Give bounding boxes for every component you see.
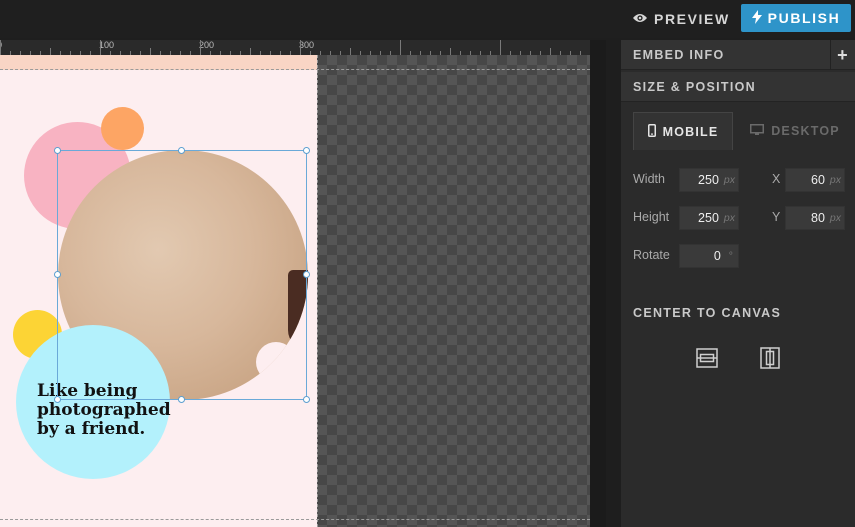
artboard-top-strip: [0, 55, 317, 70]
transparent-area: [317, 55, 590, 527]
properties-panel: EMBED INFO + SIZE & POSITION MOBILE DESK…: [621, 40, 855, 527]
preview-label: PREVIEW: [654, 11, 730, 27]
x-label: X: [772, 172, 781, 186]
preview-button[interactable]: PREVIEW: [632, 7, 730, 31]
embed-info-title: EMBED INFO: [633, 47, 725, 62]
px-unit: px: [829, 212, 841, 224]
height-value: 250: [698, 211, 719, 225]
resize-handle[interactable]: [178, 396, 185, 403]
ruler-tick: [400, 40, 401, 55]
resize-handle[interactable]: [54, 396, 61, 403]
guide-line: [0, 519, 590, 520]
size-position-fields: Width 250 px X 60 px Height 250 px Y 80 px R…: [621, 150, 855, 527]
guide-line: [317, 55, 318, 527]
x-value: 60: [811, 173, 825, 187]
rotate-field[interactable]: 0 °: [679, 244, 739, 268]
horizontal-ruler: 0 100 200 300: [0, 40, 606, 55]
ruler-tick: [100, 40, 101, 55]
ruler-label: 200: [199, 40, 215, 50]
publish-label: PUBLISH: [767, 10, 841, 26]
resize-handle[interactable]: [54, 271, 61, 278]
tab-desktop-label: DESKTOP: [771, 124, 840, 138]
ruler-tick: [0, 40, 1, 55]
px-unit: px: [723, 174, 735, 186]
phone-icon: [647, 123, 656, 140]
resize-handle[interactable]: [303, 396, 310, 403]
ruler-tick: [450, 48, 451, 55]
ruler-label: 100: [99, 40, 115, 50]
height-field[interactable]: 250 px: [679, 206, 739, 230]
ruler-label: 300: [299, 40, 315, 50]
y-value: 80: [811, 211, 825, 225]
top-bar: PREVIEW PUBLISH: [0, 0, 855, 38]
size-position-header[interactable]: SIZE & POSITION: [621, 72, 855, 102]
monitor-icon: [750, 123, 765, 139]
height-label: Height: [633, 210, 670, 224]
resize-handle[interactable]: [54, 147, 61, 154]
tab-mobile-label: MOBILE: [662, 124, 719, 139]
ruler-tick: [300, 40, 301, 55]
y-field[interactable]: 80 px: [785, 206, 845, 230]
center-vertical-icon[interactable]: [759, 347, 781, 369]
selection-box[interactable]: [57, 150, 307, 400]
size-position-title: SIZE & POSITION: [633, 79, 756, 94]
center-horizontal-icon[interactable]: [696, 347, 718, 369]
canvas-scrollbar[interactable]: [590, 40, 606, 527]
tab-desktop[interactable]: DESKTOP: [745, 112, 845, 150]
width-field[interactable]: 250 px: [679, 168, 739, 192]
px-unit: px: [829, 174, 841, 186]
width-value: 250: [698, 173, 719, 187]
ruler-tick: [150, 48, 151, 55]
ruler-tick: [500, 40, 501, 55]
device-tabs: MOBILE DESKTOP: [621, 112, 855, 151]
eye-icon: [632, 11, 648, 27]
rotate-label: Rotate: [633, 248, 670, 262]
width-label: Width: [633, 172, 665, 186]
ruler-tick: [200, 40, 201, 55]
ruler-tick: [250, 48, 251, 55]
center-to-canvas-title: CENTER TO CANVAS: [633, 306, 782, 320]
resize-handle[interactable]: [303, 147, 310, 154]
x-field[interactable]: 60 px: [785, 168, 845, 192]
publish-button[interactable]: PUBLISH: [741, 4, 851, 32]
resize-handle[interactable]: [178, 147, 185, 154]
ruler-tick: [50, 48, 51, 55]
tab-mobile[interactable]: MOBILE: [633, 112, 733, 150]
orange-circle[interactable]: [101, 107, 144, 150]
guide-line: [0, 69, 590, 70]
px-unit: px: [723, 212, 735, 224]
rotate-value: 0: [713, 249, 721, 263]
ruler-tick: [550, 48, 551, 55]
embed-info-header[interactable]: EMBED INFO +: [621, 40, 855, 70]
lightning-icon: [751, 9, 762, 27]
degree-unit: °: [728, 250, 733, 262]
ruler-tick: [350, 48, 351, 55]
y-label: Y: [772, 210, 781, 224]
resize-handle[interactable]: [303, 271, 310, 278]
plus-icon[interactable]: +: [830, 40, 855, 70]
